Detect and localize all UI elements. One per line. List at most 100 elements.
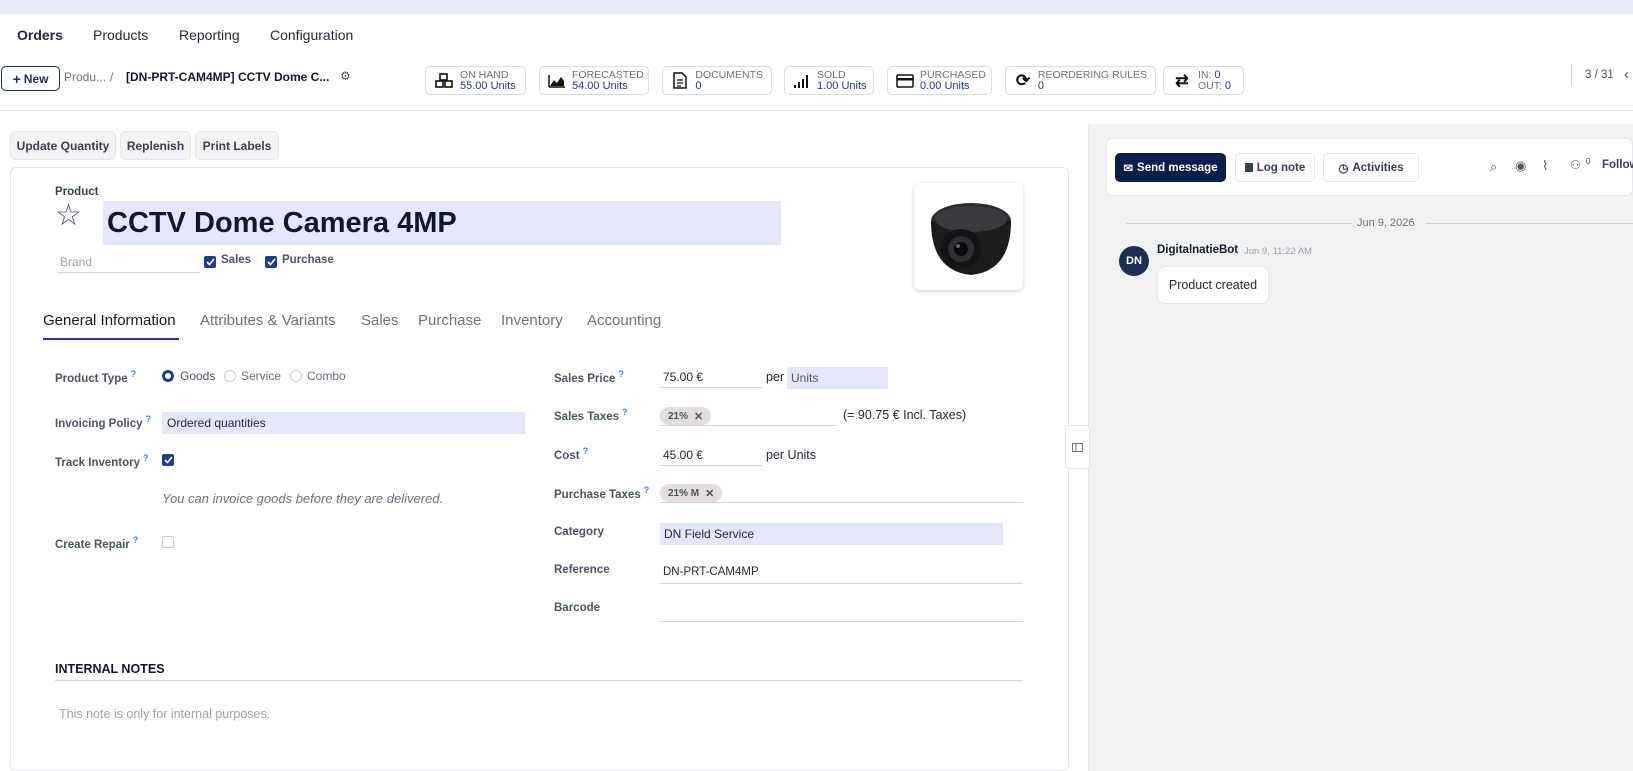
- uom-field[interactable]: Units: [787, 367, 888, 389]
- help-icon[interactable]: ?: [131, 369, 137, 379]
- stat-in-out[interactable]: ⇄ IN: 0 OUT: 0: [1163, 66, 1244, 95]
- sales-taxes-label: Sales Taxes?: [554, 407, 628, 423]
- category-field[interactable]: DN Field Service: [660, 523, 1003, 545]
- remove-tag-icon[interactable]: ✕: [705, 487, 714, 500]
- track-inventory-checkbox[interactable]: [162, 454, 174, 466]
- tab-sales[interactable]: Sales: [361, 312, 399, 329]
- product-name-field[interactable]: CCTV Dome Camera 4MP: [103, 201, 781, 245]
- radio-combo[interactable]: [290, 370, 302, 382]
- credit-card-icon: [896, 72, 914, 90]
- tab-purchase[interactable]: Purchase: [418, 312, 481, 329]
- breadcrumb-parent[interactable]: Produ...: [64, 70, 106, 84]
- stat-value: 0: [695, 79, 702, 92]
- radio-service[interactable]: [224, 370, 236, 382]
- purchase-tax-tag[interactable]: 21% M ✕: [660, 484, 723, 502]
- help-icon[interactable]: ?: [143, 453, 149, 463]
- invoicing-policy-value: Ordered quantities: [167, 416, 266, 430]
- product-image[interactable]: [914, 183, 1023, 290]
- menu-configuration[interactable]: Configuration: [270, 27, 353, 43]
- invoicing-policy-select[interactable]: Ordered quantities: [162, 412, 525, 434]
- create-repair-checkbox[interactable]: [162, 536, 174, 548]
- stat-on-hand[interactable]: ON HAND 55.00 Units: [425, 66, 526, 95]
- sales-price-field[interactable]: 75.00 €: [660, 366, 762, 388]
- signal-bars-icon: [793, 72, 811, 90]
- top-strip: [0, 0, 1633, 14]
- pager-value[interactable]: 3 / 31: [1585, 69, 1614, 81]
- followers-icon[interactable]: ⚇: [1570, 158, 1581, 172]
- control-panel: + New Produ... / [DN-PRT-CAM4MP] CCTV Dom…: [0, 54, 1633, 111]
- replenish-button[interactable]: Replenish: [120, 131, 191, 160]
- help-icon[interactable]: ?: [133, 535, 139, 545]
- tab-accounting[interactable]: Accounting: [587, 312, 661, 329]
- message-author[interactable]: DigitalnatieBot: [1157, 244, 1238, 256]
- print-labels-button[interactable]: Print Labels: [195, 131, 279, 160]
- eye-icon[interactable]: ◉: [1515, 158, 1526, 174]
- menu-orders[interactable]: Orders: [17, 27, 63, 43]
- menu-reporting[interactable]: Reporting: [179, 27, 240, 43]
- out-label: OUT:: [1198, 79, 1222, 92]
- brand-placeholder: Brand: [60, 254, 93, 269]
- help-icon[interactable]: ?: [583, 446, 589, 456]
- search-icon[interactable]: ⌕: [1490, 159, 1497, 175]
- product-label: Product: [55, 186, 99, 198]
- stat-sold[interactable]: SOLD 1.00 Units: [784, 66, 874, 95]
- avatar[interactable]: DN: [1119, 246, 1149, 276]
- cubes-icon: [434, 72, 454, 90]
- send-message-button[interactable]: ✉ Send message: [1115, 153, 1226, 182]
- stat-forecasted[interactable]: FORECASTED 54.00 Units: [539, 66, 649, 95]
- document-icon: [671, 72, 689, 90]
- brand-field[interactable]: Brand: [57, 251, 200, 273]
- cost-value: 45.00 €: [663, 447, 704, 462]
- stat-value: 0: [1037, 79, 1045, 92]
- gear-icon[interactable]: ⚙: [340, 69, 351, 83]
- follow-button[interactable]: Follow: [1602, 159, 1633, 171]
- sales-checkbox[interactable]: [204, 256, 216, 268]
- stat-label: FORECASTED: [572, 68, 644, 81]
- menu-products[interactable]: Products: [93, 27, 148, 43]
- purchase-checkbox[interactable]: [265, 256, 277, 268]
- active-tab-indicator: [43, 338, 179, 340]
- radio-goods[interactable]: [162, 370, 174, 382]
- help-icon[interactable]: ?: [622, 407, 628, 417]
- product-type-label: Product Type?: [55, 369, 137, 385]
- paperclip-icon[interactable]: ⌇: [1542, 158, 1548, 174]
- sidebar-icon: [1072, 440, 1083, 455]
- stat-reordering-rules[interactable]: ⟳ REORDERING RULES 0: [1005, 66, 1156, 95]
- stat-purchased[interactable]: PURCHASED 0.00 Units: [887, 66, 992, 95]
- help-icon[interactable]: ?: [146, 414, 152, 424]
- stat-label: PURCHASED: [920, 68, 986, 81]
- log-note-button[interactable]: Log note: [1235, 153, 1315, 182]
- sales-price-label: Sales Price?: [554, 369, 624, 385]
- help-icon[interactable]: ?: [618, 369, 624, 379]
- tab-inventory[interactable]: Inventory: [501, 312, 563, 329]
- pager-divider: [1571, 64, 1572, 86]
- activities-button[interactable]: ◷ Activities: [1323, 153, 1419, 182]
- cost-field[interactable]: 45.00 €: [660, 444, 762, 466]
- message-bubble: Product created: [1157, 266, 1269, 304]
- radio-goods-label: Goods: [180, 369, 216, 383]
- plus-icon: +: [12, 70, 21, 87]
- update-quantity-button[interactable]: Update Quantity: [10, 131, 116, 160]
- date-line-left: [1126, 223, 1352, 224]
- chevron-left-icon[interactable]: ‹: [1624, 66, 1629, 83]
- chatter-toggle[interactable]: [1065, 425, 1090, 469]
- new-button[interactable]: + New: [1, 66, 60, 91]
- radio-combo-label: Combo: [307, 369, 346, 383]
- out-value: 0: [1224, 79, 1231, 92]
- sales-tax-tag[interactable]: 21% ✕: [660, 407, 712, 425]
- notes-placeholder[interactable]: This note is only for internal purposes.: [59, 707, 270, 721]
- envelope-icon: ✉: [1123, 162, 1134, 175]
- stat-documents[interactable]: DOCUMENTS 0: [662, 66, 772, 95]
- tab-general-information[interactable]: General Information: [43, 312, 176, 329]
- remove-tag-icon[interactable]: ✕: [694, 410, 703, 423]
- tab-attributes-variants[interactable]: Attributes & Variants: [200, 312, 336, 329]
- per-label: per: [766, 370, 785, 384]
- sales-tax-tag-label: 21%: [668, 410, 689, 422]
- stat-label: SOLD: [817, 68, 846, 81]
- help-icon[interactable]: ?: [644, 485, 650, 495]
- uom-value: Units: [791, 371, 819, 385]
- barcode-field[interactable]: [660, 599, 1023, 622]
- breadcrumb-current: [DN-PRT-CAM4MP] CCTV Dome C...: [126, 70, 330, 84]
- reference-field[interactable]: DN-PRT-CAM4MP: [660, 561, 1023, 584]
- star-icon[interactable]: ☆: [55, 201, 82, 231]
